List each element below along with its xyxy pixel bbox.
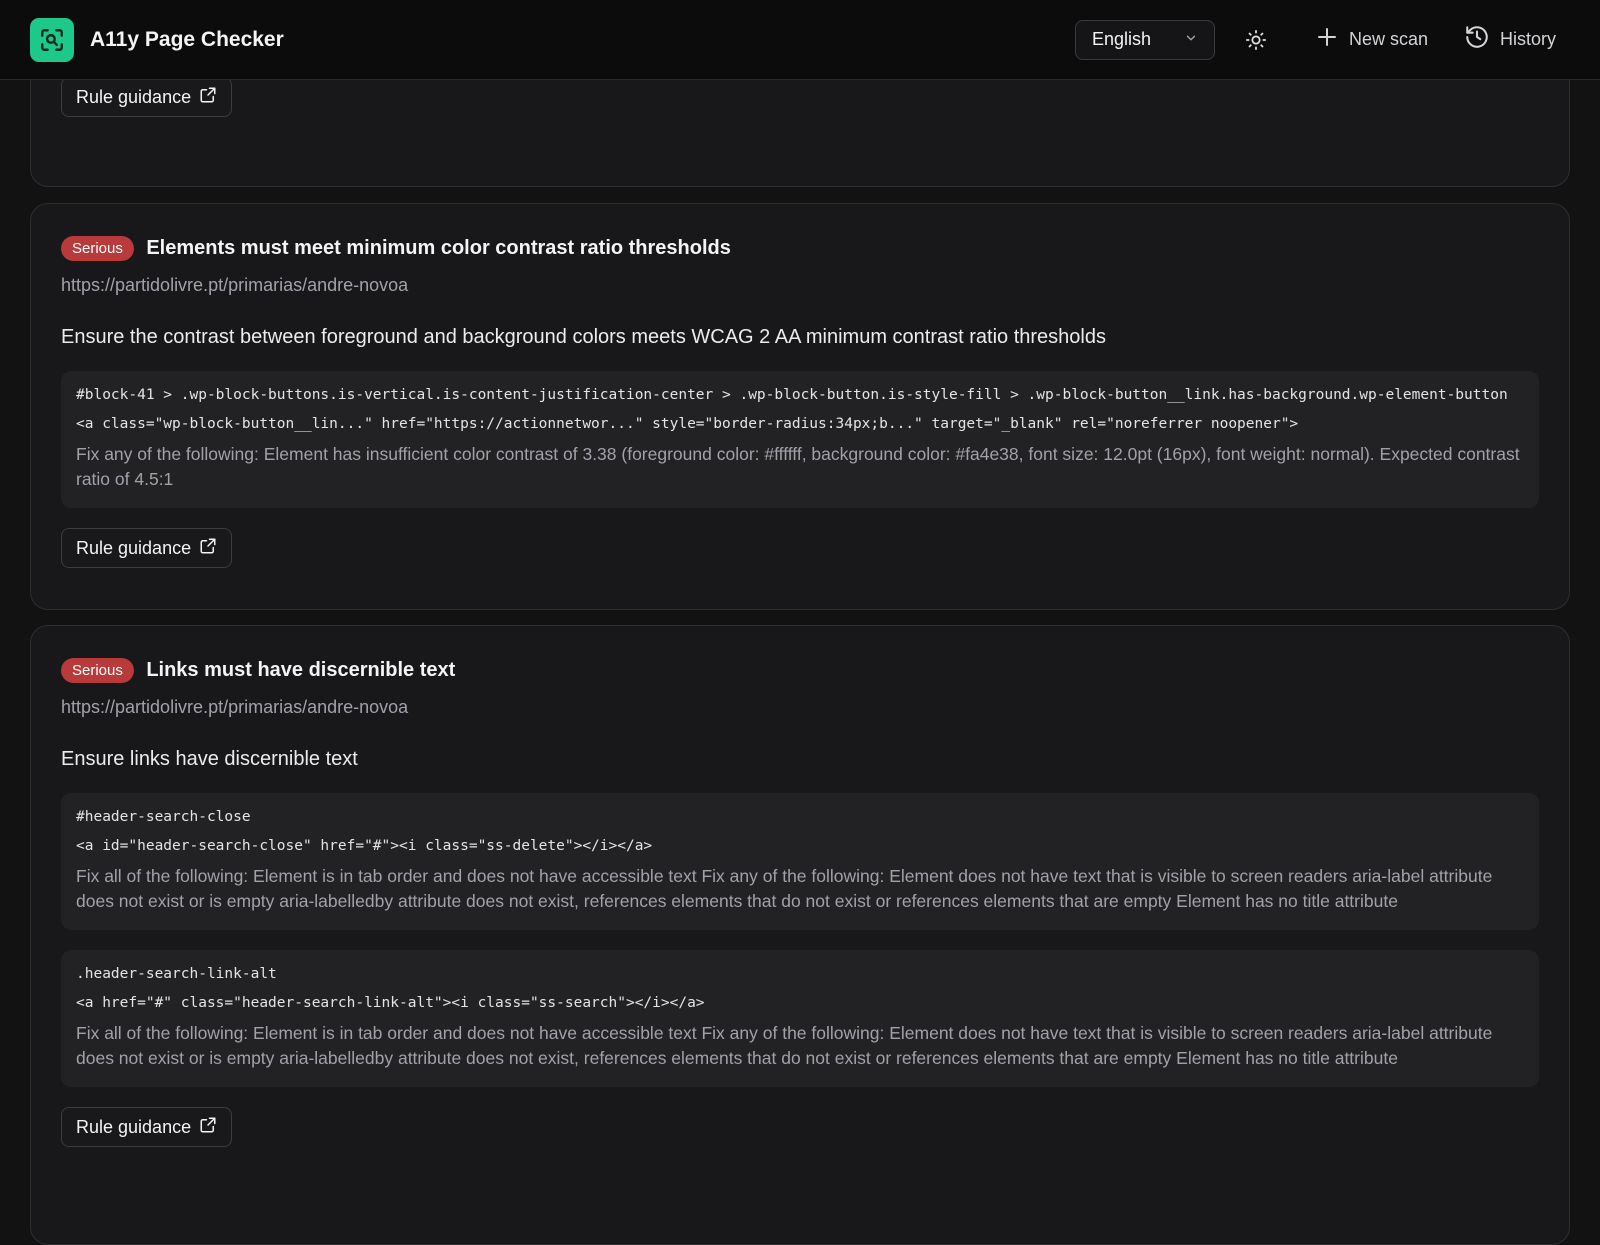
external-link-icon (199, 86, 217, 109)
rule-guidance-button[interactable]: Rule guidance (61, 77, 233, 117)
failing-node: #header-search-close <a id="header-searc… (61, 793, 1539, 930)
node-selector: .header-search-link-alt (76, 966, 277, 982)
rule-guidance-label: Rule guidance (76, 1116, 192, 1137)
fix-summary: Fix all of the following: Element is in … (76, 866, 1493, 911)
issue-header: Serious Elements must meet minimum color… (61, 236, 1539, 261)
node-selector: #block-41 > .wp-block-buttons.is-vertica… (76, 387, 1508, 403)
chevron-down-icon (1184, 29, 1198, 50)
node-html: <a href="#" class="header-search-link-al… (76, 995, 705, 1011)
top-bar: A11y Page Checker English New scan Histo… (0, 0, 1600, 80)
history-icon (1464, 24, 1490, 55)
new-scan-button[interactable]: New scan (1315, 25, 1428, 54)
app-title: A11y Page Checker (90, 27, 284, 51)
fix-summary: Fix any of the following: Element has in… (76, 444, 1520, 489)
page-url: https://partidolivre.pt/primarias/andre-… (61, 697, 409, 717)
history-label: History (1499, 29, 1556, 49)
failing-node: .header-search-link-alt <a href="#" clas… (61, 950, 1539, 1087)
external-link-icon (199, 537, 217, 560)
node-html: <a id="header-search-close" href="#"><i … (76, 838, 653, 854)
history-button[interactable]: History (1464, 24, 1556, 55)
language-select[interactable]: English (1074, 19, 1215, 60)
node-selector: #header-search-close (76, 809, 251, 825)
severity-badge: Serious (61, 236, 134, 261)
rule-description: Ensure the contrast between foreground a… (61, 326, 1106, 348)
rule-guidance-button[interactable]: Rule guidance (61, 528, 233, 568)
node-html: <a class="wp-block-button__lin..." href=… (76, 416, 1299, 432)
external-link-icon (199, 1116, 217, 1139)
page-url: https://partidolivre.pt/primarias/andre-… (61, 275, 409, 295)
failing-node: #block-41 > .wp-block-buttons.is-vertica… (61, 371, 1539, 508)
severity-badge: Serious (61, 658, 134, 683)
new-scan-label: New scan (1348, 29, 1428, 49)
rule-guidance-label: Rule guidance (76, 537, 192, 558)
rule-title: Links must have discernible text (146, 659, 456, 681)
scan-search-icon[interactable] (30, 17, 74, 62)
rule-title: Elements must meet minimum color contras… (146, 237, 731, 259)
rule-guidance-button[interactable]: Rule guidance (61, 1107, 233, 1147)
fix-summary: Fix all of the following: Element is in … (76, 1023, 1493, 1068)
plus-icon (1315, 25, 1339, 54)
rule-description: Ensure links have discernible text (61, 748, 358, 770)
issue-card: Serious Links must have discernible text… (30, 625, 1570, 1245)
language-value: English (1091, 29, 1151, 49)
rule-guidance-label: Rule guidance (76, 86, 192, 107)
issue-header: Serious Links must have discernible text (61, 658, 1539, 683)
sun-icon[interactable] (1241, 25, 1271, 55)
issue-card: Serious Elements must meet minimum color… (30, 203, 1570, 610)
